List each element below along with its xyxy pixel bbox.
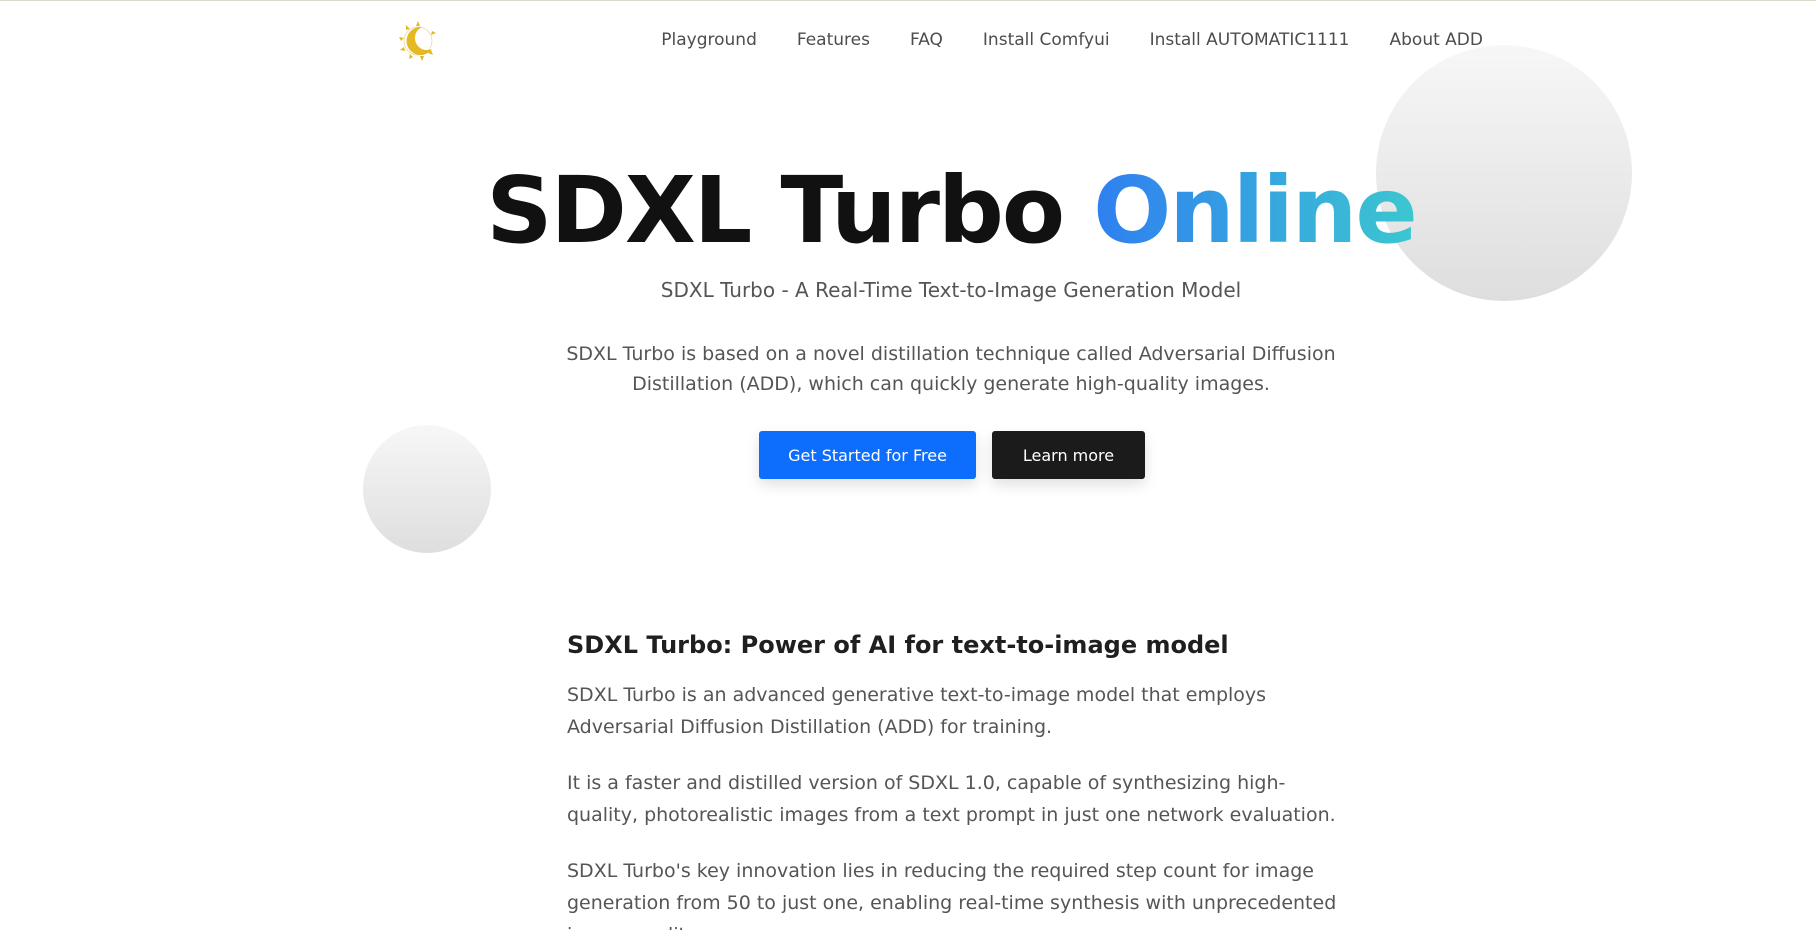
nav-link-install-automatic1111[interactable]: Install AUTOMATIC1111 — [1150, 30, 1350, 50]
nav-link-install-comfyui[interactable]: Install Comfyui — [983, 30, 1110, 50]
hero-actions: Get Started for Free Learn more — [759, 431, 1145, 479]
main-nav: Playground Features FAQ Install Comfyui … — [661, 30, 1483, 50]
get-started-button[interactable]: Get Started for Free — [759, 431, 976, 479]
nav-link-about-add[interactable]: About ADD — [1390, 30, 1483, 50]
site-header: Playground Features FAQ Install Comfyui … — [0, 1, 1816, 81]
section-paragraph-1: SDXL Turbo is an advanced generative tex… — [567, 684, 1267, 738]
section-paragraph-2: It is a faster and distilled version of … — [567, 772, 1336, 826]
nav-link-features[interactable]: Features — [797, 30, 870, 50]
decorative-circle-small — [363, 425, 491, 553]
hero-subtitle: SDXL Turbo - A Real-Time Text-to-Image G… — [660, 278, 1242, 302]
crescent-sun-logo-icon[interactable] — [396, 19, 440, 63]
hero-description: SDXL Turbo is based on a novel distillat… — [566, 343, 1336, 395]
hero-title-main: SDXL Turbo — [486, 157, 1065, 264]
section-heading: SDXL Turbo: Power of AI for text-to-imag… — [567, 631, 1229, 659]
learn-more-button[interactable]: Learn more — [992, 431, 1145, 479]
nav-link-playground[interactable]: Playground — [661, 30, 757, 50]
hero-title-accent: Online — [1093, 157, 1418, 264]
nav-link-faq[interactable]: FAQ — [910, 30, 943, 50]
page: Playground Features FAQ Install Comfyui … — [0, 0, 1816, 930]
section-paragraph-3: SDXL Turbo's key innovation lies in redu… — [567, 860, 1337, 930]
intro-section: SDXL Turbo: Power of AI for text-to-imag… — [567, 627, 1347, 930]
hero-title: SDXL Turbo Online — [0, 153, 1816, 269]
